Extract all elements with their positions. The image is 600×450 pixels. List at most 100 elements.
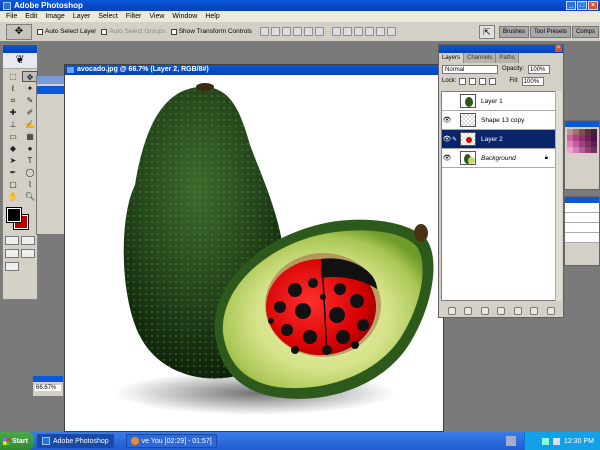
auto-select-layer-checkbox[interactable] [37, 28, 43, 35]
zoom-value[interactable]: 66.67% [35, 385, 61, 391]
menu-window[interactable]: Window [168, 13, 201, 20]
lock-image-icon[interactable] [469, 77, 477, 85]
taskbar-item-media-player[interactable]: ve You [02:29] - 01:57] [125, 434, 217, 448]
layers-close-icon[interactable]: × [555, 45, 562, 52]
tray-network-icon[interactable] [542, 437, 550, 445]
layer-row-layer-2[interactable]: 👁︎ ✎ Layer 2 [442, 130, 556, 149]
new-layer-icon[interactable] [530, 307, 538, 315]
background-window-title-2[interactable] [37, 86, 65, 94]
menu-layer[interactable]: Layer [69, 13, 95, 20]
start-button[interactable]: Start [0, 432, 34, 450]
notes-tool-icon[interactable]: ▢ [5, 179, 21, 190]
align-top-icon[interactable] [260, 27, 270, 36]
history-state[interactable] [565, 223, 599, 233]
toolbox-title-bar[interactable] [3, 45, 37, 53]
align-left-icon[interactable] [293, 27, 303, 36]
link-layers-icon[interactable] [447, 307, 456, 315]
distribute-left-icon[interactable] [365, 27, 375, 36]
auto-select-groups-checkbox [101, 28, 108, 35]
distribute-hcenter-icon[interactable] [376, 27, 386, 36]
eraser-tool-icon[interactable]: ▭ [5, 131, 21, 142]
tab-paths[interactable]: Paths [496, 53, 519, 63]
align-vcenter-icon[interactable] [271, 27, 281, 36]
clone-stamp-tool-icon[interactable]: ⊥ [5, 119, 21, 130]
menu-image[interactable]: Image [41, 13, 68, 20]
path-selection-tool-icon[interactable]: ➤ [5, 155, 21, 166]
go-to-bridge-icon[interactable]: ⇱ [478, 25, 495, 39]
taskbar-item-photoshop[interactable]: Adobe Photoshop [37, 434, 114, 448]
fill-input[interactable]: 100% [521, 76, 544, 86]
jump-to-imageready-icon[interactable] [5, 262, 19, 271]
align-bottom-icon[interactable] [282, 27, 292, 36]
full-screen-icon[interactable] [21, 249, 35, 258]
history-state[interactable] [565, 213, 599, 223]
crop-tool-icon[interactable]: ⌗ [5, 95, 21, 106]
maximize-icon[interactable]: □ [577, 1, 587, 10]
tray-volume-icon[interactable] [553, 437, 561, 445]
layer-mask-icon[interactable] [480, 307, 489, 315]
standard-mode-icon[interactable] [5, 236, 19, 245]
swatch[interactable] [591, 147, 597, 153]
well-tab-comps[interactable]: Comps [571, 26, 599, 38]
menu-view[interactable]: View [145, 13, 168, 20]
blend-mode-select[interactable]: Normal [442, 64, 498, 74]
standard-screen-icon[interactable] [5, 249, 19, 258]
quick-mask-icon[interactable] [21, 236, 35, 245]
history-state[interactable] [565, 233, 599, 243]
minimize-icon[interactable]: _ [566, 1, 576, 10]
history-palette [564, 196, 600, 266]
lock-transparent-icon[interactable] [459, 77, 467, 85]
align-hcenter-icon[interactable] [304, 27, 314, 36]
move-tool-preset[interactable]: ✥ [6, 23, 32, 40]
background-window-title[interactable] [37, 76, 65, 84]
lasso-tool-icon[interactable]: ℓ [5, 83, 21, 94]
menu-edit[interactable]: Edit [21, 13, 41, 20]
delete-layer-icon[interactable] [546, 307, 555, 315]
lock-position-icon[interactable] [479, 77, 487, 85]
foreground-color-swatch[interactable] [6, 207, 22, 223]
show-transform-controls-checkbox[interactable] [170, 28, 177, 35]
lock-all-icon[interactable] [489, 77, 497, 85]
marquee-tool-icon[interactable]: ⬚ [5, 71, 21, 82]
auto-select-layer-option[interactable]: Auto Select Layer [37, 28, 96, 35]
media-player-icon [130, 437, 139, 445]
menu-help[interactable]: Help [201, 13, 223, 20]
tab-layers[interactable]: Layers [439, 53, 465, 63]
document-title-bar[interactable]: avocado.jpg @ 66.7% (Layer 2, RGB/8#) [65, 65, 443, 75]
menu-file[interactable]: File [2, 13, 21, 20]
eye-icon[interactable]: 👁︎ [442, 135, 452, 143]
layers-scrollbar[interactable] [555, 91, 562, 301]
distribute-right-icon[interactable] [387, 27, 397, 36]
layer-row-background[interactable]: 👁︎ Background 🔒︎ [442, 149, 556, 168]
layer-style-icon[interactable] [464, 307, 472, 315]
menu-filter[interactable]: Filter [122, 13, 146, 20]
quick-launch-icon[interactable] [506, 436, 516, 446]
document-canvas[interactable] [65, 75, 443, 431]
blur-tool-icon[interactable]: ◆ [5, 143, 21, 154]
close-icon[interactable]: × [588, 1, 598, 10]
taskbar-item-label: ve You [02:29] - 01:57] [141, 437, 212, 445]
distribute-top-icon[interactable] [332, 27, 342, 36]
distribute-vcenter-icon[interactable] [343, 27, 353, 36]
layer-row-shape-13-copy[interactable]: 👁︎ Shape 13 copy [442, 111, 556, 130]
adobe-online-icon[interactable]: ❦ [3, 53, 37, 69]
eye-icon[interactable]: 👁︎ [442, 154, 452, 162]
eye-icon[interactable]: 👁︎ [442, 116, 452, 124]
align-right-icon[interactable] [315, 27, 325, 36]
tab-channels[interactable]: Channels [464, 53, 497, 63]
distribute-bottom-icon[interactable] [354, 27, 364, 36]
healing-brush-tool-icon[interactable]: ✚ [5, 107, 21, 118]
well-tab-tool-presets[interactable]: Tool Presets [529, 26, 571, 38]
history-state[interactable] [565, 203, 599, 213]
adjustment-layer-icon[interactable] [497, 307, 505, 315]
pen-tool-icon[interactable]: ✒ [5, 167, 21, 178]
well-tab-brushes[interactable]: Brushes [498, 26, 529, 38]
menu-select[interactable]: Select [94, 13, 121, 20]
layers-palette-title-bar[interactable]: × [439, 45, 563, 53]
opacity-input[interactable]: 100% [528, 64, 551, 74]
background-document-window[interactable] [36, 75, 66, 235]
layer-row-layer-1[interactable]: Layer 1 [442, 92, 556, 111]
show-transform-controls-option[interactable]: Show Transform Controls [170, 28, 252, 35]
new-group-icon[interactable] [513, 307, 522, 315]
hand-tool-icon[interactable]: ✋ [5, 191, 21, 202]
